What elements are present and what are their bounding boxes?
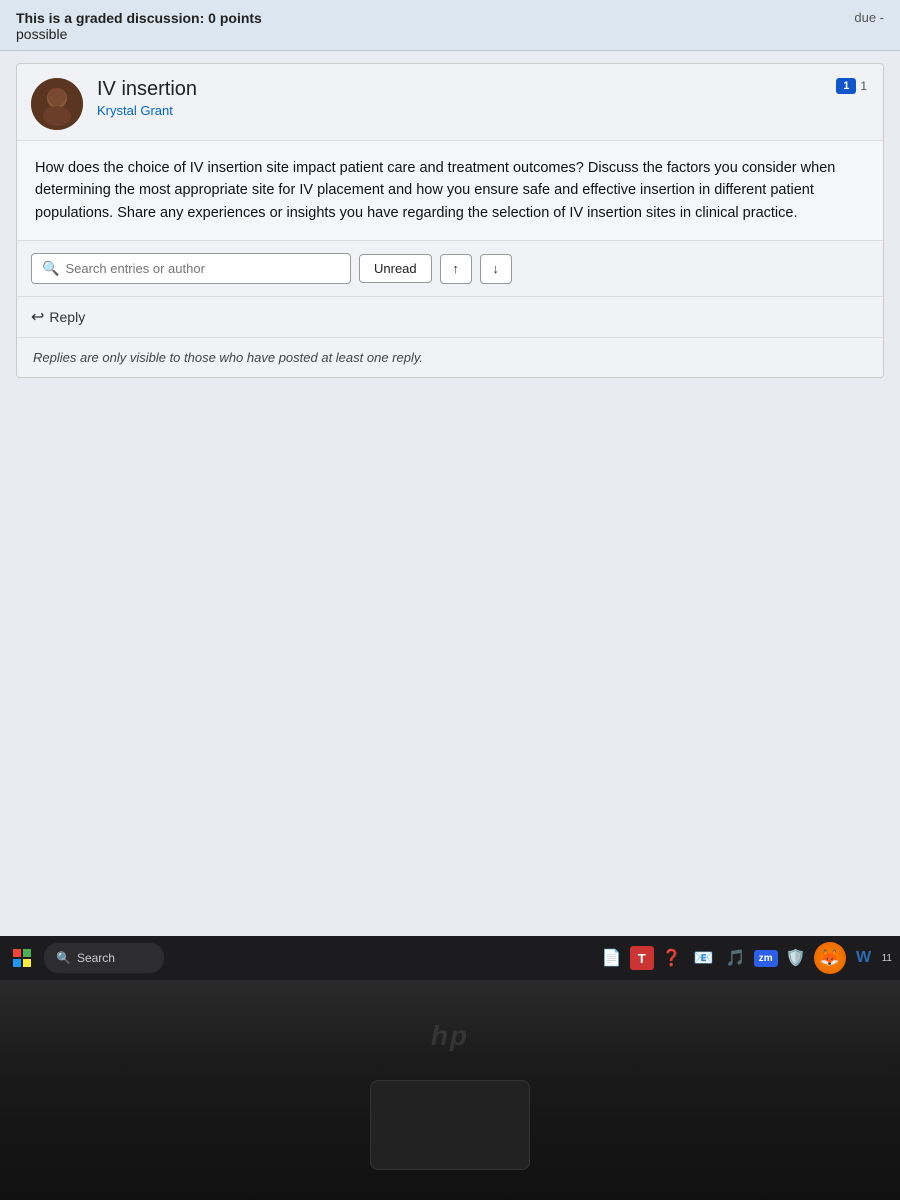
badge-suffix: 1 (860, 79, 867, 93)
screen: This is a graded discussion: 0 points po… (0, 0, 900, 980)
notice-text: Replies are only visible to those who ha… (17, 338, 883, 377)
main-content: IV insertion Krystal Grant 1 1 How does … (0, 51, 900, 980)
upload-icon: ↑ (452, 261, 459, 276)
post-header: IV insertion Krystal Grant 1 1 (17, 64, 883, 141)
taskbar-media-icon[interactable]: 🎵 (722, 944, 750, 972)
graded-header: This is a graded discussion: 0 points po… (0, 0, 900, 51)
laptop-touchpad (370, 1080, 530, 1170)
taskbar-search[interactable]: 🔍 Search (44, 943, 164, 973)
post-body-text: How does the choice of IV insertion site… (35, 157, 865, 224)
post-title: IV insertion (97, 78, 836, 101)
post-body: How does the choice of IV insertion site… (17, 141, 883, 241)
upload-icon-button[interactable]: ↑ (440, 254, 472, 284)
taskbar-shield-icon[interactable]: 🛡️ (782, 944, 810, 972)
post-author[interactable]: Krystal Grant (97, 103, 836, 118)
download-icon: ↓ (492, 261, 499, 276)
reply-row: ↩ Reply (17, 297, 883, 338)
taskbar-browser-icon[interactable]: 🦊 (814, 942, 846, 974)
reply-arrow-icon: ↩ (31, 307, 44, 327)
download-icon-button[interactable]: ↓ (480, 254, 512, 284)
taskbar-mail-icon[interactable]: 📧 (690, 944, 718, 972)
search-icon: 🔍 (42, 260, 59, 277)
taskbar-file-icon[interactable]: 📄 (598, 944, 626, 972)
due-label: due - (854, 10, 884, 25)
graded-title: This is a graded discussion: 0 points (16, 10, 262, 26)
laptop-body: hp (0, 980, 900, 1200)
unread-badge: 1 (836, 78, 856, 94)
avatar (31, 78, 83, 130)
laptop-brand-logo: hp (431, 1020, 469, 1052)
search-box[interactable]: 🔍 (31, 253, 351, 284)
post-title-area: IV insertion Krystal Grant (97, 78, 836, 118)
taskbar-w-icon[interactable]: W (850, 944, 878, 972)
taskbar-search-icon: 🔍 (56, 951, 71, 965)
windows-start-icon[interactable] (8, 944, 36, 972)
unread-button[interactable]: Unread (359, 254, 432, 283)
search-filter-row: 🔍 Unread ↑ ↓ (17, 241, 883, 297)
taskbar-zoom-icon[interactable]: zm (754, 950, 778, 967)
post-badge-area: 1 1 (836, 78, 867, 94)
graded-header-left: This is a graded discussion: 0 points po… (16, 10, 262, 42)
taskbar-search-label: Search (77, 951, 115, 965)
search-input[interactable] (65, 261, 340, 276)
discussion-card: IV insertion Krystal Grant 1 1 How does … (16, 63, 884, 378)
taskbar: 🔍 Search 📄 T ❓ 📧 🎵 zm 🛡️ 🦊 W 11 (0, 936, 900, 980)
possible-label: possible (16, 26, 262, 42)
reply-label: Reply (49, 309, 85, 325)
taskbar-t-icon[interactable]: T (630, 946, 654, 970)
reply-button[interactable]: ↩ Reply (31, 307, 85, 327)
taskbar-time: 11 (882, 953, 892, 964)
taskbar-help-icon[interactable]: ❓ (658, 944, 686, 972)
